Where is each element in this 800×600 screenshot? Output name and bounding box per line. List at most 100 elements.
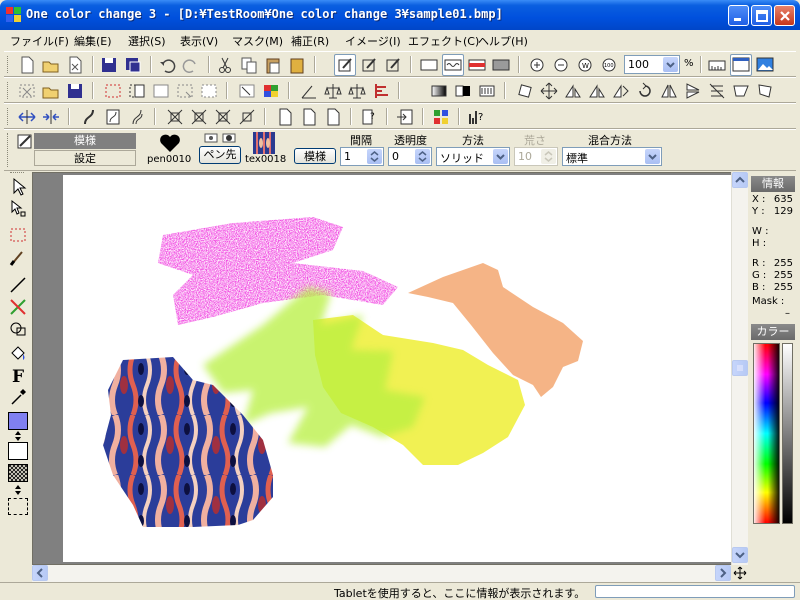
rotate-button[interactable] bbox=[514, 80, 536, 102]
foreground-color-swatch[interactable] bbox=[8, 412, 28, 430]
node-select-tool[interactable] bbox=[7, 198, 29, 220]
move-handle-icon[interactable] bbox=[733, 566, 747, 580]
menu-adjust[interactable]: 補正(R) bbox=[291, 33, 329, 49]
new-file-button[interactable] bbox=[16, 54, 38, 76]
close-file-button[interactable] bbox=[64, 54, 86, 76]
maximize-button[interactable] bbox=[751, 5, 772, 26]
background-color-swatch[interactable] bbox=[8, 442, 28, 460]
shape-tool[interactable] bbox=[7, 318, 29, 340]
skew-button[interactable] bbox=[706, 80, 728, 102]
plugin-button[interactable] bbox=[430, 106, 452, 128]
expand-h-button[interactable] bbox=[16, 106, 38, 128]
import-button[interactable] bbox=[394, 106, 416, 128]
chevron-down-icon[interactable] bbox=[645, 149, 660, 164]
menu-image[interactable]: イメージ(I) bbox=[345, 33, 401, 49]
chevron-down-icon[interactable] bbox=[493, 149, 508, 164]
swap-colors-icon[interactable] bbox=[13, 430, 23, 442]
select-move-button[interactable] bbox=[174, 80, 196, 102]
method-select[interactable]: ソリッド bbox=[436, 147, 510, 166]
view-ruler-button[interactable] bbox=[706, 54, 728, 76]
spinner-arrows-icon[interactable] bbox=[415, 149, 430, 164]
close-button[interactable] bbox=[774, 5, 795, 26]
rect-select-tool[interactable] bbox=[7, 224, 29, 246]
toolbar-grip[interactable] bbox=[7, 133, 10, 167]
menu-view[interactable]: 表示(V) bbox=[180, 33, 218, 49]
pen-tip-button[interactable]: ペン先 bbox=[199, 146, 241, 164]
menu-help[interactable]: ヘルプ(H) bbox=[478, 33, 528, 49]
menu-mask[interactable]: マスク(M) bbox=[232, 33, 283, 49]
threshold-button[interactable] bbox=[476, 80, 498, 102]
pattern-button[interactable]: 模様 bbox=[294, 148, 336, 164]
heart-brush-icon[interactable] bbox=[158, 132, 182, 154]
text-tool[interactable]: F bbox=[7, 364, 29, 387]
flip-button-3[interactable] bbox=[610, 80, 632, 102]
canvas-viewport[interactable] bbox=[32, 172, 747, 565]
shape-wave-button[interactable] bbox=[442, 54, 464, 76]
scroll-right-button[interactable] bbox=[715, 565, 731, 581]
toolbar-grip[interactable] bbox=[7, 56, 10, 73]
save-as-button[interactable] bbox=[122, 54, 144, 76]
bend-button-1[interactable] bbox=[78, 106, 100, 128]
page-button-1[interactable] bbox=[274, 106, 296, 128]
select-copy-button[interactable] bbox=[126, 80, 148, 102]
save-selection-button[interactable] bbox=[64, 80, 86, 102]
zoom-100-button[interactable]: 100 bbox=[598, 54, 620, 76]
bend-button-2[interactable] bbox=[102, 106, 124, 128]
select-paste-button[interactable] bbox=[150, 80, 172, 102]
flip-button-2[interactable] bbox=[586, 80, 608, 102]
page-button-2[interactable] bbox=[298, 106, 320, 128]
view-image-button[interactable] bbox=[754, 54, 776, 76]
paste-button[interactable] bbox=[262, 54, 284, 76]
corner-button-1[interactable] bbox=[164, 106, 186, 128]
pattern-swatch-icon[interactable] bbox=[8, 464, 28, 482]
menu-select[interactable]: 選択(S) bbox=[128, 33, 166, 49]
blend-select[interactable]: 標準 bbox=[562, 147, 662, 166]
image-canvas[interactable] bbox=[63, 175, 731, 562]
eyedropper-tool[interactable] bbox=[7, 386, 29, 408]
mirror-v-button[interactable] bbox=[682, 80, 704, 102]
mask-color-button[interactable] bbox=[260, 80, 282, 102]
perspective-button[interactable] bbox=[730, 80, 752, 102]
distort-button[interactable] bbox=[754, 80, 776, 102]
redo-button[interactable] bbox=[180, 54, 202, 76]
scroll-down-button[interactable] bbox=[732, 547, 748, 563]
minimize-button[interactable] bbox=[728, 5, 749, 26]
horizontal-scrollbar[interactable] bbox=[32, 565, 731, 582]
paste-new-button[interactable] bbox=[286, 54, 308, 76]
undo-button[interactable] bbox=[156, 54, 178, 76]
view-window-button[interactable] bbox=[730, 54, 752, 76]
mask-edit-button[interactable] bbox=[236, 80, 258, 102]
cross-line-tool[interactable] bbox=[7, 296, 29, 318]
shrink-h-button[interactable] bbox=[40, 106, 62, 128]
vertical-scrollbar[interactable] bbox=[731, 172, 748, 565]
scroll-left-button[interactable] bbox=[32, 565, 48, 581]
pointer-tool[interactable] bbox=[7, 176, 29, 198]
brush-tool[interactable] bbox=[7, 246, 29, 268]
level-button[interactable] bbox=[370, 80, 392, 102]
bend-button-3[interactable] bbox=[126, 106, 148, 128]
toolbar-grip[interactable] bbox=[7, 108, 10, 125]
rotate-cw-button[interactable] bbox=[634, 80, 656, 102]
edit-mode-button-3[interactable] bbox=[382, 54, 404, 76]
menu-effect[interactable]: エフェクト(C) bbox=[408, 33, 479, 49]
fill-tool[interactable] bbox=[7, 342, 29, 364]
save-button[interactable] bbox=[98, 54, 120, 76]
clear-selection-button[interactable] bbox=[16, 80, 38, 102]
help-button[interactable]: ? bbox=[466, 106, 488, 128]
zoom-combo[interactable]: 100 bbox=[624, 55, 680, 74]
swap-pattern-icon[interactable] bbox=[13, 484, 23, 496]
corner-button-2[interactable] bbox=[188, 106, 210, 128]
shape-fill-button[interactable] bbox=[490, 54, 512, 76]
angle-button[interactable] bbox=[298, 80, 320, 102]
line-tool[interactable] bbox=[7, 274, 29, 296]
transparent-swatch[interactable] bbox=[8, 498, 28, 515]
spinner-arrows-icon[interactable] bbox=[367, 149, 382, 164]
open-file-button[interactable] bbox=[40, 54, 62, 76]
interval-spinner[interactable]: 1 bbox=[340, 147, 384, 166]
invert-button[interactable] bbox=[452, 80, 474, 102]
zoom-in-button[interactable] bbox=[526, 54, 548, 76]
scroll-thumb[interactable] bbox=[732, 360, 748, 376]
opacity-spinner[interactable]: 0 bbox=[388, 147, 432, 166]
brightness-slider[interactable] bbox=[782, 343, 793, 524]
balance-button-2[interactable] bbox=[346, 80, 368, 102]
